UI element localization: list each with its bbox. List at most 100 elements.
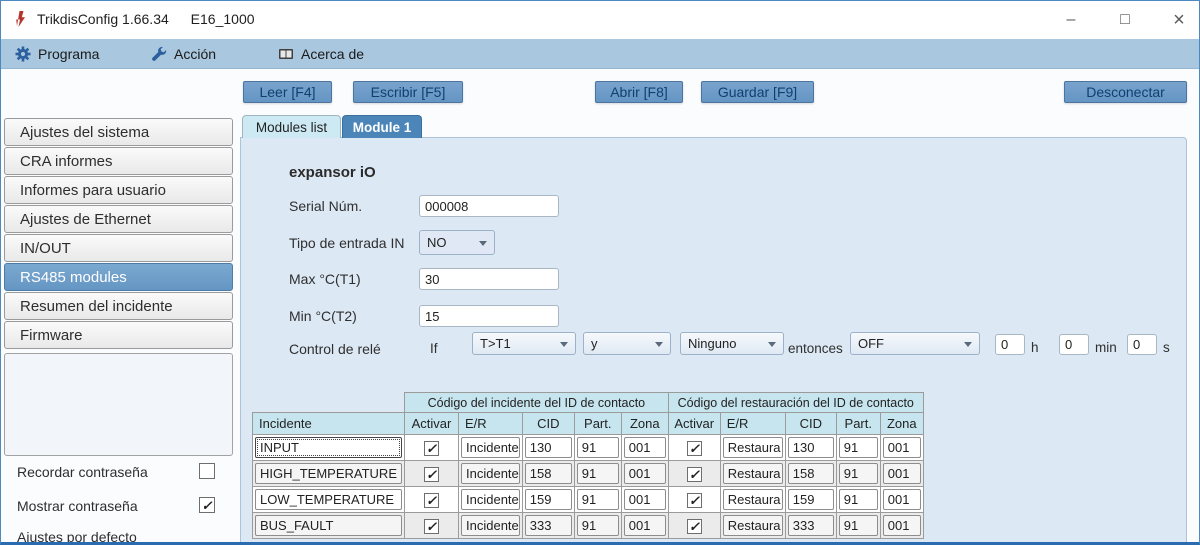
table-row: LOW_TEMPERATURE ✓ Incidente 159 91 001 ✓… — [252, 486, 924, 513]
event-part-cell[interactable]: 91 — [576, 515, 619, 536]
restore-cid-cell[interactable]: 158 — [787, 463, 834, 484]
relay-operator-select[interactable]: y — [583, 332, 671, 355]
device-title: E16_1000 — [190, 11, 255, 27]
col-header-incidente: Incidente — [252, 412, 405, 435]
event-zona-cell[interactable]: 001 — [623, 437, 666, 458]
app-window: TrikdisConfig 1.66.34 E16_1000 – □ × Pro… — [0, 0, 1200, 545]
read-button[interactable]: Leer [F4] — [243, 81, 332, 103]
sidebar-item-informes-para-usuario[interactable]: Informes para usuario — [4, 176, 233, 204]
menu-accion[interactable]: Acción — [151, 39, 216, 69]
sidebar-item-firmware[interactable]: Firmware — [4, 321, 233, 349]
restore-er-cell[interactable]: Restaura — [722, 489, 783, 510]
minutes-unit-label: min — [1095, 340, 1117, 355]
menu-programa[interactable]: Programa — [15, 39, 99, 69]
restore-zona-cell[interactable]: 001 — [882, 463, 921, 484]
restore-part-cell[interactable]: 91 — [838, 437, 878, 458]
sidebar-item-resumen-del-incidente[interactable]: Resumen del incidente — [4, 292, 233, 320]
event-zona-cell[interactable]: 001 — [623, 463, 666, 484]
event-cid-cell[interactable]: 159 — [524, 489, 572, 510]
close-button[interactable]: × — [1167, 1, 1191, 39]
check-icon: ✓ — [688, 518, 700, 534]
restore-er-cell[interactable]: Restaura — [722, 515, 783, 536]
restore-part-cell[interactable]: 91 — [838, 489, 878, 510]
restore-zona-cell[interactable]: 001 — [882, 515, 921, 536]
relay-condition-select[interactable]: T>T1 — [472, 332, 576, 355]
event-enabled-checkbox[interactable]: ✓ — [424, 440, 439, 456]
event-zona-cell[interactable]: 001 — [623, 515, 666, 536]
relay-action-select[interactable]: OFF — [850, 332, 980, 355]
maximize-button[interactable]: □ — [1113, 1, 1137, 39]
sidebar-item-cra-informes[interactable]: CRA informes — [4, 147, 233, 175]
serial-input[interactable] — [419, 195, 559, 217]
event-enabled-checkbox[interactable]: ✓ — [424, 518, 439, 534]
show-password-label: Mostrar contraseña — [17, 498, 138, 514]
restore-zona-cell[interactable]: 001 — [882, 489, 921, 510]
restore-er-cell[interactable]: Restaura — [722, 437, 783, 458]
incident-name-cell[interactable]: INPUT — [255, 437, 402, 458]
open-button[interactable]: Abrir [F8] — [595, 81, 683, 103]
event-cid-cell[interactable]: 333 — [524, 515, 572, 536]
chevron-down-icon — [964, 342, 972, 347]
restore-enabled-checkbox[interactable]: ✓ — [686, 466, 702, 482]
max-temp-input[interactable] — [419, 268, 559, 290]
table-row: INPUT ✓ Incidente 130 91 001 ✓ Restaura … — [252, 434, 924, 461]
restore-part-cell[interactable]: 91 — [838, 515, 878, 536]
col-header-activar-1: Activar — [404, 412, 459, 435]
relay-hours-input[interactable] — [995, 334, 1025, 355]
show-password-checkbox[interactable]: ✓ — [199, 497, 215, 513]
event-part-cell[interactable]: 91 — [576, 437, 619, 458]
menu-accion-label: Acción — [174, 46, 217, 62]
event-cid-cell[interactable]: 158 — [524, 463, 572, 484]
tab-modules-list[interactable]: Modules list — [242, 115, 341, 138]
incident-name-cell[interactable]: BUS_FAULT — [255, 515, 402, 536]
relay-seconds-input[interactable] — [1127, 334, 1157, 355]
disconnect-button[interactable]: Desconectar — [1064, 81, 1187, 103]
sidebar-item-ajustes-del-sistema[interactable]: Ajustes del sistema — [4, 118, 233, 146]
event-er-cell[interactable]: Incidente — [461, 463, 520, 484]
restore-enabled-checkbox[interactable]: ✓ — [686, 492, 702, 508]
menu-acerca-de[interactable]: Acerca de — [278, 39, 364, 69]
restore-cid-cell[interactable]: 159 — [787, 489, 834, 510]
sidebar-item-in-out[interactable]: IN/OUT — [4, 234, 233, 262]
event-part-cell[interactable]: 91 — [576, 463, 619, 484]
incident-name-cell[interactable]: HIGH_TEMPERATURE — [255, 463, 402, 484]
event-enabled-checkbox[interactable]: ✓ — [424, 492, 439, 508]
restore-part-cell[interactable]: 91 — [838, 463, 878, 484]
col-header-zona-1: Zona — [620, 412, 669, 435]
sidebar-item-ajustes-de-ethernet[interactable]: Ajustes de Ethernet — [4, 205, 233, 233]
relay-second-condition-select[interactable]: Ninguno — [680, 332, 784, 355]
event-zona-cell[interactable]: 001 — [623, 489, 666, 510]
check-icon: ✓ — [688, 492, 700, 508]
event-er-cell[interactable]: Incidente — [461, 515, 520, 536]
tab-module-1[interactable]: Module 1 — [342, 115, 422, 138]
remember-password-checkbox[interactable] — [199, 463, 215, 479]
input-type-select[interactable]: NO — [419, 230, 495, 255]
restore-enabled-checkbox[interactable]: ✓ — [686, 440, 702, 456]
table-corner-blank — [253, 393, 405, 413]
event-cid-cell[interactable]: 130 — [524, 437, 572, 458]
minimize-button[interactable]: – — [1059, 1, 1083, 39]
sidebar-item-rs485-modules[interactable]: RS485 modules — [4, 263, 233, 291]
event-er-cell[interactable]: Incidente — [461, 437, 520, 458]
write-button[interactable]: Escribir [F5] — [353, 81, 463, 103]
restore-er-cell[interactable]: Restaura — [722, 463, 783, 484]
default-settings-link[interactable]: Ajustes por defecto — [17, 529, 137, 542]
save-button[interactable]: Guardar [F9] — [701, 81, 814, 103]
col-header-er-1: E/R — [458, 412, 523, 435]
seconds-unit-label: s — [1163, 340, 1170, 355]
event-part-cell[interactable]: 91 — [576, 489, 619, 510]
sidebar-empty-panel — [4, 353, 233, 456]
restore-cid-cell[interactable]: 130 — [787, 437, 834, 458]
restore-zona-cell[interactable]: 001 — [882, 437, 921, 458]
restore-cid-cell[interactable]: 333 — [787, 515, 834, 536]
relay-minutes-input[interactable] — [1059, 334, 1089, 355]
relay-if-label: If — [430, 341, 438, 356]
check-icon: ✓ — [426, 440, 437, 456]
restore-enabled-checkbox[interactable]: ✓ — [686, 518, 702, 534]
event-enabled-checkbox[interactable]: ✓ — [424, 466, 439, 482]
event-er-cell[interactable]: Incidente — [461, 489, 520, 510]
min-temp-input[interactable] — [419, 305, 559, 327]
incident-name-cell[interactable]: LOW_TEMPERATURE — [255, 489, 402, 510]
app-title: TrikdisConfig 1.66.34 — [37, 11, 169, 27]
table-row: HIGH_TEMPERATURE ✓ Incidente 158 91 001 … — [252, 460, 924, 487]
